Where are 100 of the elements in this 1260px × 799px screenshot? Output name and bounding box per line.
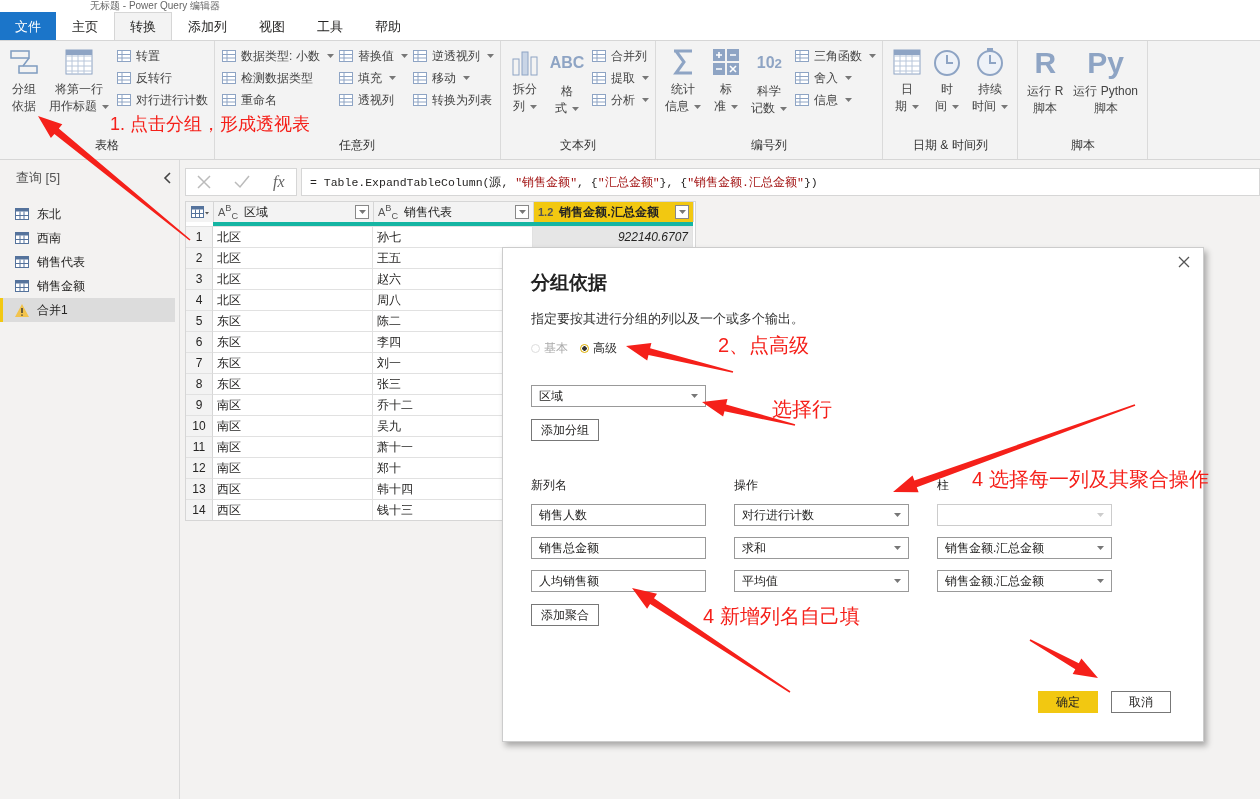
caret-icon <box>845 98 853 102</box>
function-label[interactable]: fx <box>273 173 285 191</box>
collapse-icon[interactable] <box>163 172 171 184</box>
add-aggregation-button[interactable]: 添加聚合 <box>531 604 599 626</box>
column-name: 区域 <box>244 203 270 221</box>
ribbon-command[interactable]: 逆透视列 <box>411 46 494 66</box>
caret-icon <box>358 210 366 214</box>
ribbon-command[interactable]: 信息 <box>794 90 877 110</box>
column-header[interactable]: 1.2 销售金额.汇总金额 <box>534 202 694 222</box>
ribbon-command[interactable]: 舍入 <box>794 68 877 88</box>
file-tab[interactable]: 文件 <box>0 12 56 40</box>
row-number: 1 <box>186 226 213 247</box>
column-name: 销售金额.汇总金额 <box>559 203 660 221</box>
ribbon-button[interactable]: 标 准 <box>708 45 745 137</box>
ribbon-command[interactable]: 替换值 <box>337 46 408 66</box>
table-cell: 东区 <box>213 331 373 352</box>
caret-icon <box>894 579 901 583</box>
table-cell: 西区 <box>213 499 373 520</box>
group-by-dropdown[interactable]: 区域 <box>531 385 706 407</box>
operation-dropdown[interactable]: 平均值 <box>734 570 909 592</box>
ribbon-button[interactable]: R 运行 R 脚本 <box>1024 45 1067 137</box>
query-item[interactable]: 销售代表 <box>0 250 175 274</box>
ribbon-button[interactable]: ABC 格 式 <box>546 45 588 137</box>
name-field[interactable]: 销售总金额 <box>531 537 706 559</box>
ribbon-command[interactable]: 分析 <box>591 90 650 110</box>
ribbon-command[interactable]: 合并列 <box>591 46 650 66</box>
annotation-text: 1. 点击分组，形成透视表 <box>110 114 310 135</box>
caret-icon <box>780 106 788 111</box>
row-number: 10 <box>186 415 213 436</box>
table-menu-cell[interactable] <box>186 202 214 222</box>
ribbon-tab[interactable]: 视图 <box>243 12 301 40</box>
calculator-icon <box>711 47 742 77</box>
ribbon-command[interactable]: 三角函数 <box>794 46 877 66</box>
table-icon <box>15 256 29 268</box>
annotation-text: 2、点高级 <box>718 333 810 357</box>
check-icon[interactable] <box>234 175 251 189</box>
grid-icon <box>411 48 428 64</box>
ribbon-command[interactable]: 转换为列表 <box>411 90 494 110</box>
caret-icon <box>1001 104 1009 109</box>
ribbon-button[interactable]: 时 间 <box>929 45 966 137</box>
ok-button[interactable]: 确定 <box>1038 691 1098 713</box>
close-icon[interactable] <box>1178 256 1190 268</box>
add-group-button[interactable]: 添加分组 <box>531 419 599 441</box>
ribbon-tab[interactable]: 工具 <box>301 12 359 40</box>
ribbon-tab[interactable]: 主页 <box>56 12 114 40</box>
ribbon-button[interactable]: 统计 信息 <box>662 45 705 137</box>
table-icon <box>190 206 209 218</box>
grid-icon <box>337 48 354 64</box>
row-number: 8 <box>186 373 213 394</box>
ribbon-command[interactable]: 转置 <box>116 46 208 66</box>
column-name: 销售代表 <box>404 203 454 221</box>
operation-dropdown[interactable]: 对行进行计数 <box>734 504 909 526</box>
cancel-button[interactable]: 取消 <box>1111 691 1171 713</box>
ribbon-button[interactable]: 拆分 列 <box>506 45 543 137</box>
mode-radio[interactable]: 高级 <box>580 340 617 357</box>
ribbon-button[interactable]: 持续 时间 <box>969 45 1012 137</box>
caret-icon <box>894 546 901 550</box>
ribbon-tab[interactable]: 添加列 <box>172 12 243 40</box>
filter-button[interactable] <box>355 205 369 219</box>
name-field[interactable]: 人均销售额 <box>531 570 706 592</box>
table-cell: 北区 <box>213 268 373 289</box>
annotation-text: 选择行 <box>772 397 832 421</box>
ribbon-button[interactable]: 日 期 <box>889 45 926 137</box>
ribbon-button[interactable]: Py 运行 Python 脚本 <box>1070 45 1142 137</box>
caret-icon <box>845 76 853 80</box>
row-number: 2 <box>186 247 213 268</box>
group-label: 文本列 <box>560 137 596 154</box>
ribbon-tab[interactable]: 帮助 <box>359 12 417 40</box>
ribbon-command[interactable]: 移动 <box>411 68 494 88</box>
column-header[interactable]: A$^{B}$$_{C}$ 销售代表 <box>374 202 534 222</box>
query-item[interactable]: 西南 <box>0 226 175 250</box>
ribbon-command[interactable]: 填充 <box>337 68 408 88</box>
ribbon-command[interactable]: 提取 <box>591 68 650 88</box>
operation-dropdown[interactable]: 求和 <box>734 537 909 559</box>
table-icon <box>15 280 29 292</box>
column-dropdown[interactable]: 销售金额.汇总金额 <box>937 537 1112 559</box>
ribbon-command[interactable]: 重命名 <box>221 90 334 110</box>
ribbon-tab[interactable]: 转换 <box>114 12 172 40</box>
ribbon-command[interactable]: 对行进行计数 <box>116 90 208 110</box>
grid-icon <box>337 92 354 108</box>
column-dropdown[interactable]: 销售金额.汇总金额 <box>937 570 1112 592</box>
ribbon-command[interactable]: 反转行 <box>116 68 208 88</box>
ribbon-command[interactable]: 数据类型: 小数 <box>221 46 334 66</box>
grid-icon <box>794 70 811 86</box>
formula-field[interactable]: = Table.ExpandTableColumn(源, "销售金额", {"汇总金额"}, {"销售金额.汇总金额"}) <box>301 168 1260 196</box>
ribbon-button[interactable]: 分组 依据 <box>6 45 42 137</box>
filter-button[interactable] <box>675 205 689 219</box>
ribbon-command[interactable]: 检测数据类型 <box>221 68 334 88</box>
name-field[interactable]: 销售人数 <box>531 504 706 526</box>
queries-title: 查询 [5] <box>16 169 61 187</box>
stopwatch-icon <box>975 47 1006 77</box>
row-number: 5 <box>186 310 213 331</box>
row-number: 12 <box>186 457 213 478</box>
query-item[interactable]: 销售金额 <box>0 274 175 298</box>
query-item[interactable]: 合并1 <box>0 298 175 322</box>
caret-icon <box>642 98 650 102</box>
column-header[interactable]: A$^{B}$$_{C}$ 区域 <box>214 202 374 222</box>
column-heading: 柱 <box>937 477 949 494</box>
ribbon-command[interactable]: 透视列 <box>337 90 408 110</box>
filter-button[interactable] <box>515 205 529 219</box>
